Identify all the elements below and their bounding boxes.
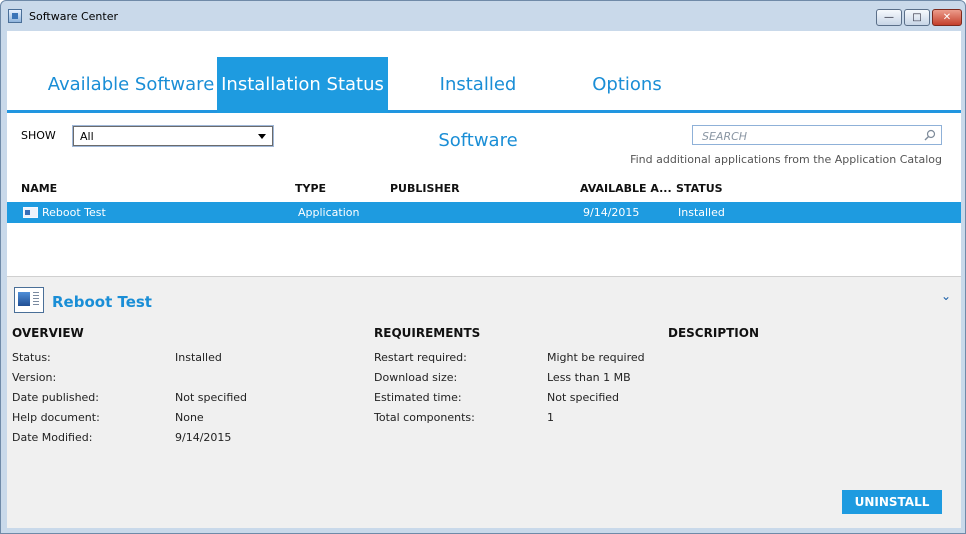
requirement-value: Might be required: [547, 351, 645, 364]
column-type[interactable]: TYPE: [295, 182, 326, 195]
close-button[interactable]: ✕: [932, 9, 962, 26]
search-input[interactable]: SEARCH: [692, 125, 942, 145]
show-label: SHOW: [21, 129, 56, 142]
requirements-heading: REQUIREMENTS: [374, 326, 481, 340]
overview-value: Not specified: [175, 391, 248, 404]
requirement-value: Not specified: [547, 391, 620, 404]
requirement-value: Less than 1 MB: [547, 371, 631, 384]
software-center-window: Software Center — □ ✕ Available Software…: [0, 0, 966, 534]
dropdown-arrow-icon: [258, 134, 266, 139]
requirement-label: Restart required:: [374, 351, 467, 364]
overview-label: Help document:: [12, 411, 100, 424]
search-placeholder: SEARCH: [702, 130, 748, 143]
window-title: Software Center: [29, 10, 119, 23]
overview-label: Status:: [12, 351, 51, 364]
application-catalog-link[interactable]: Find additional applications from the Ap…: [630, 153, 942, 166]
table-row[interactable]: Reboot Test Application 9/14/2015 Instal…: [7, 202, 961, 223]
show-filter-dropdown[interactable]: All: [72, 125, 274, 147]
title-bar[interactable]: Software Center — □ ✕: [1, 1, 965, 31]
maximize-icon: □: [912, 12, 922, 23]
maximize-button[interactable]: □: [904, 9, 930, 26]
column-name[interactable]: NAME: [21, 182, 57, 195]
overview-value: None: [175, 411, 204, 424]
search-icon[interactable]: [924, 129, 936, 141]
minimize-button[interactable]: —: [876, 9, 902, 26]
overview-value: 9/14/2015: [175, 431, 232, 444]
column-publisher[interactable]: PUBLISHER: [390, 182, 460, 195]
tab-installed-software[interactable]: Installed Software: [398, 57, 558, 151]
tab-options[interactable]: Options: [582, 57, 672, 113]
client-area: Available Software Installation Status I…: [7, 31, 961, 528]
tab-bar: Available Software Installation Status I…: [7, 31, 961, 151]
overview-value: Installed: [175, 351, 222, 364]
row-status: Installed: [678, 206, 725, 219]
requirement-value: 1: [547, 411, 554, 424]
detail-title: Reboot Test: [52, 293, 152, 311]
application-icon: [14, 287, 44, 313]
overview-label: Date published:: [12, 391, 99, 404]
description-heading: DESCRIPTION: [668, 326, 760, 340]
column-available[interactable]: AVAILABLE A...: [580, 182, 672, 195]
uninstall-button[interactable]: UNINSTALL: [842, 490, 942, 514]
row-type: Application: [298, 206, 360, 219]
details-pane: Reboot Test ⌄ OVERVIEW Status: Installed…: [7, 276, 961, 528]
row-name: Reboot Test: [42, 206, 106, 219]
show-filter-value: All: [80, 130, 94, 143]
tab-available-software[interactable]: Available Software: [31, 57, 231, 113]
table-header: NAME TYPE PUBLISHER AVAILABLE A... STATU…: [7, 179, 961, 197]
requirement-label: Estimated time:: [374, 391, 462, 404]
requirement-label: Download size:: [374, 371, 458, 384]
requirement-label: Total components:: [374, 411, 475, 424]
minimize-icon: —: [884, 12, 894, 23]
tab-installation-status[interactable]: Installation Status: [217, 57, 388, 113]
close-icon: ✕: [942, 12, 952, 23]
chevron-down-icon[interactable]: ⌄: [941, 289, 951, 303]
overview-heading: OVERVIEW: [12, 326, 84, 340]
application-icon: [23, 207, 38, 218]
software-center-icon: [8, 9, 22, 23]
overview-label: Version:: [12, 371, 57, 384]
column-status[interactable]: STATUS: [676, 182, 723, 195]
row-available: 9/14/2015: [583, 206, 640, 219]
overview-label: Date Modified:: [12, 431, 93, 444]
